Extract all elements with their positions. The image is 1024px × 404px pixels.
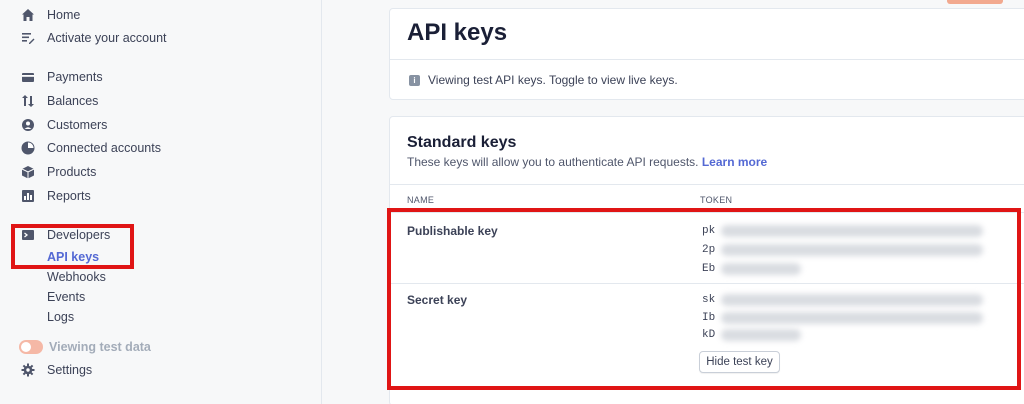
toggle-switch[interactable] (19, 340, 43, 354)
customers-icon (20, 117, 36, 133)
reports-icon (20, 188, 36, 204)
nav-reports-label: Reports (47, 189, 91, 203)
nav-webhooks[interactable]: Webhooks (47, 268, 106, 286)
nav-reports[interactable]: Reports (20, 186, 91, 206)
nav-payments-label: Payments (47, 70, 103, 84)
nav-activate-account-label: Activate your account (47, 31, 167, 45)
products-icon (20, 164, 36, 180)
notice-text: Viewing test API keys. Toggle to view li… (428, 73, 678, 87)
nav-products[interactable]: Products (20, 162, 96, 182)
nav-balances-label: Balances (47, 94, 99, 108)
nav-home-label: Home (47, 8, 81, 22)
nav-connected-accounts[interactable]: Connected accounts (20, 138, 161, 158)
home-icon (20, 7, 36, 23)
test-mode-notice: i Viewing test API keys. Toggle to view … (409, 72, 678, 88)
header-divider (390, 184, 1024, 185)
learn-more-link[interactable]: Learn more (702, 155, 767, 169)
column-header-name: NAME (407, 195, 435, 205)
nav-settings[interactable]: Settings (20, 360, 92, 380)
sidebar: Home Activate your account Payments Bala… (0, 0, 322, 404)
top-tab (947, 0, 1003, 4)
connected-accounts-icon (20, 140, 36, 156)
nav-home[interactable]: Home (20, 5, 80, 25)
test-data-toggle[interactable]: Viewing test data (19, 337, 151, 357)
nav-logs[interactable]: Logs (47, 308, 74, 326)
nav-payments[interactable]: Payments (20, 67, 103, 87)
keys-highlight (387, 208, 1021, 390)
nav-settings-label: Settings (47, 363, 93, 377)
balances-icon (20, 93, 36, 109)
nav-products-label: Products (47, 165, 97, 179)
info-icon: i (409, 74, 420, 86)
column-header-token: TOKEN (700, 195, 733, 205)
nav-customers-label: Customers (47, 118, 108, 132)
nav-events[interactable]: Events (47, 288, 85, 306)
test-data-label: Viewing test data (49, 340, 151, 354)
developers-highlight (11, 224, 134, 269)
nav-connected-accounts-label: Connected accounts (47, 141, 161, 155)
title-divider (390, 59, 1024, 60)
payments-icon (20, 69, 36, 85)
standard-keys-description: These keys will allow you to authenticat… (407, 155, 767, 169)
nav-customers[interactable]: Customers (20, 115, 107, 135)
nav-activate-account[interactable]: Activate your account (20, 28, 167, 48)
activate-icon (20, 30, 36, 46)
page-title: API keys (407, 19, 508, 46)
nav-balances[interactable]: Balances (20, 91, 98, 111)
description-text: These keys will allow you to authenticat… (407, 155, 699, 169)
gear-icon (20, 362, 36, 378)
standard-keys-title: Standard keys (407, 134, 517, 151)
